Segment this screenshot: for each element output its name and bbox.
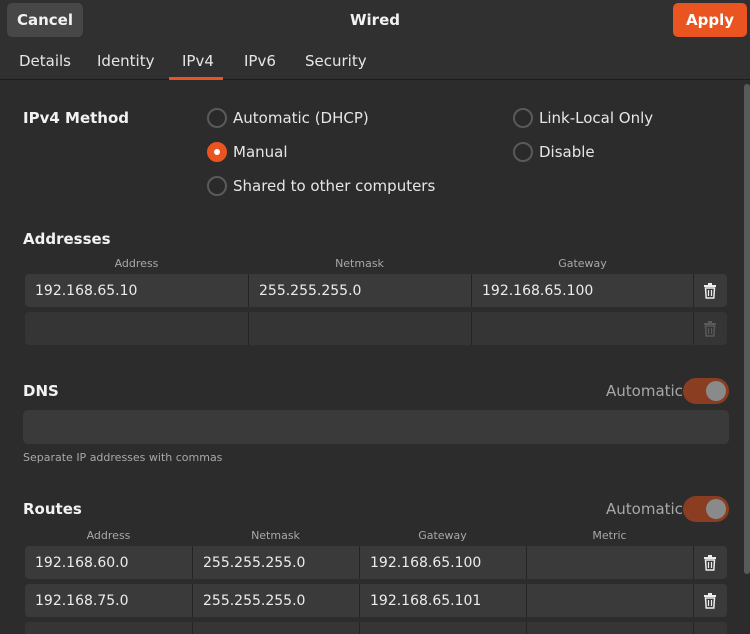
delete-address-button[interactable] xyxy=(693,274,727,307)
route-address-input[interactable]: 192.168.60.0 xyxy=(25,546,192,579)
route-netmask-column-header: Netmask xyxy=(251,529,300,542)
tab-ipv4[interactable]: IPv4 xyxy=(182,52,214,70)
dns-hint: Separate IP addresses with commas xyxy=(23,451,223,464)
column-divider xyxy=(693,622,694,634)
tab-ipv6[interactable]: IPv6 xyxy=(244,52,276,70)
radio-label: Manual xyxy=(233,143,288,161)
scrollbar[interactable] xyxy=(744,84,750,574)
addresses-label: Addresses xyxy=(23,230,111,248)
dns-automatic-label: Automatic xyxy=(606,382,683,400)
radio-label: Link-Local Only xyxy=(539,109,654,127)
route-gateway-input[interactable]: 192.168.65.100 xyxy=(360,546,526,579)
radio-circle-icon xyxy=(513,108,533,128)
route-metric-column-header: Metric xyxy=(592,529,627,542)
toggle-knob xyxy=(706,499,726,519)
address-column-header: Address xyxy=(114,257,159,270)
radio-circle-icon xyxy=(207,176,227,196)
gateway-column-header: Gateway xyxy=(558,257,607,270)
radio-label: Automatic (DHCP) xyxy=(233,109,369,127)
column-divider xyxy=(526,622,527,634)
ipv4-method-label: IPv4 Method xyxy=(23,109,130,127)
route-address-input[interactable]: 192.168.75.0 xyxy=(25,584,192,617)
delete-route-button[interactable] xyxy=(693,584,727,617)
routes-label: Routes xyxy=(23,500,82,518)
radio-disable[interactable]: Disable xyxy=(513,142,595,162)
netmask-input[interactable] xyxy=(249,312,471,345)
routes-automatic-toggle[interactable] xyxy=(683,496,729,522)
route-row-empty[interactable] xyxy=(25,622,727,634)
dialog-title: Wired xyxy=(350,11,400,29)
trash-icon xyxy=(704,320,716,337)
address-input[interactable] xyxy=(25,312,248,345)
header-bar: Cancel Wired Apply Details Identity IPv4… xyxy=(0,0,750,80)
column-divider xyxy=(192,622,193,634)
toggle-knob xyxy=(706,381,726,401)
apply-button[interactable]: Apply xyxy=(673,3,747,37)
route-metric-input[interactable] xyxy=(527,546,693,579)
column-divider xyxy=(359,622,360,634)
route-gateway-column-header: Gateway xyxy=(418,529,467,542)
tab-security[interactable]: Security xyxy=(305,52,367,70)
trash-icon xyxy=(704,592,716,609)
radio-selected-icon xyxy=(207,142,227,162)
tab-details[interactable]: Details xyxy=(19,52,71,70)
radio-circle-icon xyxy=(513,142,533,162)
route-netmask-input[interactable]: 255.255.255.0 xyxy=(193,584,359,617)
route-netmask-input[interactable]: 255.255.255.0 xyxy=(193,546,359,579)
active-tab-indicator xyxy=(169,77,223,80)
radio-label: Shared to other computers xyxy=(233,177,436,195)
trash-icon xyxy=(704,554,716,571)
radio-shared[interactable]: Shared to other computers xyxy=(207,176,435,196)
tab-identity[interactable]: Identity xyxy=(97,52,155,70)
route-gateway-input[interactable]: 192.168.65.101 xyxy=(360,584,526,617)
gateway-input[interactable] xyxy=(472,312,693,345)
radio-automatic-dhcp[interactable]: Automatic (DHCP) xyxy=(207,108,369,128)
delete-route-button[interactable] xyxy=(693,546,727,579)
radio-link-local-only[interactable]: Link-Local Only xyxy=(513,108,653,128)
gateway-input[interactable]: 192.168.65.100 xyxy=(472,274,693,307)
delete-address-button-disabled xyxy=(693,312,727,345)
trash-icon xyxy=(704,282,716,299)
radio-circle-icon xyxy=(207,108,227,128)
netmask-input[interactable]: 255.255.255.0 xyxy=(249,274,471,307)
radio-manual[interactable]: Manual xyxy=(207,142,288,162)
dns-label: DNS xyxy=(23,382,59,400)
radio-label: Disable xyxy=(539,143,595,161)
netmask-column-header: Netmask xyxy=(335,257,384,270)
dns-automatic-toggle[interactable] xyxy=(683,378,729,404)
dns-input[interactable] xyxy=(23,410,729,444)
route-address-column-header: Address xyxy=(86,529,131,542)
address-input[interactable]: 192.168.65.10 xyxy=(25,274,248,307)
route-metric-input[interactable] xyxy=(527,584,693,617)
routes-automatic-label: Automatic xyxy=(606,500,683,518)
